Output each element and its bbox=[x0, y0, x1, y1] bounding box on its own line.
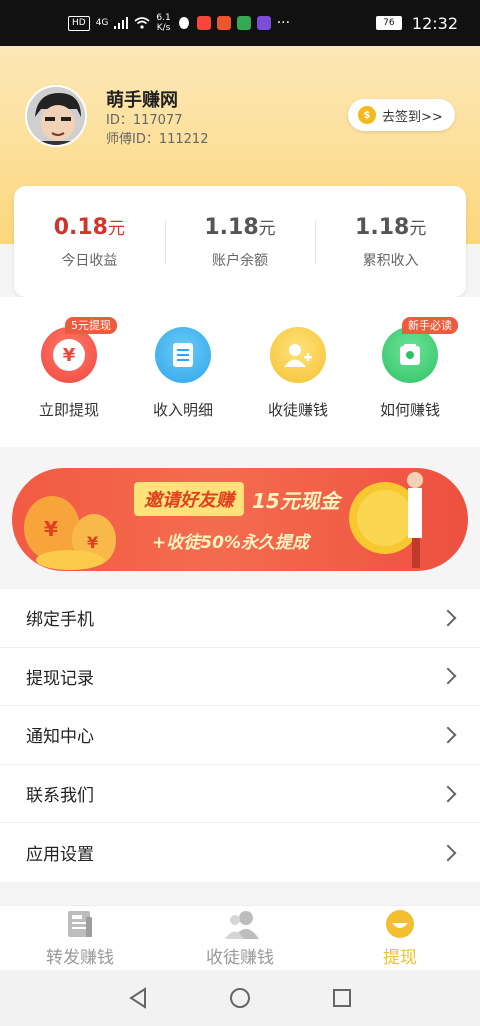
tab-label: 转发赚钱 bbox=[46, 948, 114, 968]
bottom-tab-bar: 转发赚钱 收徒赚钱 提现 bbox=[0, 905, 480, 970]
earning-amount: 0.18 bbox=[53, 214, 108, 240]
svg-text:¥: ¥ bbox=[44, 517, 58, 541]
hd-indicator: HD bbox=[68, 15, 90, 31]
banner-chip: 邀请好友赚 bbox=[134, 482, 244, 516]
earning-value: 1.18元 bbox=[165, 214, 316, 240]
recents-icon[interactable] bbox=[331, 987, 353, 1009]
speed-value: 6.1 bbox=[156, 13, 171, 23]
clock: 12:32 bbox=[411, 13, 458, 33]
signin-button[interactable]: $ 去签到>> bbox=[348, 99, 455, 131]
news-icon bbox=[64, 909, 96, 939]
avatar[interactable] bbox=[25, 85, 87, 147]
banner-amount: 15元现金 bbox=[252, 488, 340, 513]
earning-value: 1.18元 bbox=[315, 214, 466, 240]
earning-amount: 1.18 bbox=[355, 214, 410, 240]
earnings-card: 0.18元 今日收益 1.18元 账户余额 1.18元 累积收入 bbox=[14, 186, 466, 297]
earning-unit: 元 bbox=[107, 218, 125, 239]
action-label: 收入明细 bbox=[152, 401, 213, 419]
app-notification-icon bbox=[256, 16, 271, 30]
newbie-tag: 新手必读 bbox=[402, 317, 458, 334]
users-icon bbox=[224, 909, 259, 939]
earning-today[interactable]: 0.18元 今日收益 bbox=[14, 214, 165, 270]
earning-label: 账户余额 bbox=[212, 252, 268, 269]
add-user-icon bbox=[270, 327, 326, 383]
signin-label: 去签到>> bbox=[382, 109, 443, 125]
network-type: 4G bbox=[95, 18, 109, 28]
menu-item-notifications[interactable]: 通知中心 bbox=[0, 706, 480, 765]
tab-label: 提现 bbox=[383, 948, 417, 968]
earning-balance[interactable]: 1.18元 账户余额 bbox=[164, 214, 316, 270]
earning-total[interactable]: 1.18元 累积收入 bbox=[315, 214, 466, 270]
action-label: 收徒赚钱 bbox=[267, 401, 328, 419]
more-notifications-icon: ··· bbox=[276, 15, 291, 31]
earning-amount: 1.18 bbox=[204, 214, 259, 240]
banner-title: 邀请好友赚 15元现金 bbox=[134, 482, 340, 516]
menu-label: 绑定手机 bbox=[26, 610, 94, 631]
menu-label: 通知中心 bbox=[26, 727, 94, 748]
chevron-right-icon bbox=[439, 609, 457, 627]
status-left: HD 4G 6.1 K/s ··· bbox=[68, 13, 290, 33]
home-icon[interactable] bbox=[229, 987, 251, 1009]
chevron-right-icon bbox=[439, 726, 457, 744]
qq-icon bbox=[178, 17, 189, 29]
quick-actions: 5元提现 ¥ 立即提现 收入明细 收徒赚钱 新手必读 如何赚钱 bbox=[0, 297, 480, 447]
smile-icon bbox=[384, 909, 416, 939]
earning-unit: 元 bbox=[409, 218, 427, 239]
menu-item-contact-us[interactable]: 联系我们 bbox=[0, 765, 480, 824]
chevron-right-icon bbox=[439, 844, 457, 862]
action-label: 立即提现 bbox=[38, 401, 99, 419]
earning-value: 0.18元 bbox=[14, 214, 165, 240]
app-notification-icon bbox=[196, 16, 211, 30]
chevron-right-icon bbox=[439, 667, 457, 685]
document-icon bbox=[155, 327, 211, 383]
yen-glyph: ¥ bbox=[53, 339, 85, 371]
earning-label: 累积收入 bbox=[362, 252, 419, 269]
withdraw-now-button[interactable]: 5元提现 ¥ 立即提现 bbox=[19, 317, 119, 420]
action-label: 如何赚钱 bbox=[379, 401, 440, 419]
speed-unit: K/s bbox=[156, 23, 171, 33]
coin-icon: $ bbox=[358, 106, 376, 124]
menu-item-withdraw-records[interactable]: 提现记录 bbox=[0, 648, 480, 707]
settings-menu: 绑定手机 提现记录 通知中心 联系我们 应用设置 bbox=[0, 589, 480, 882]
how-to-earn-button[interactable]: 新手必读 如何赚钱 bbox=[360, 317, 460, 420]
recruit-earn-button[interactable]: 收徒赚钱 bbox=[248, 327, 348, 420]
tab-withdraw[interactable]: 提现 bbox=[320, 906, 480, 970]
tab-share-earn[interactable]: 转发赚钱 bbox=[0, 906, 160, 970]
app-notification-icon bbox=[216, 16, 231, 30]
user-id: ID：117077 bbox=[106, 113, 183, 128]
earning-unit: 元 bbox=[258, 218, 276, 239]
yen-icon: ¥ bbox=[41, 327, 97, 383]
tab-recruit-earn[interactable]: 收徒赚钱 bbox=[160, 906, 320, 970]
withdraw-tag: 5元提现 bbox=[65, 317, 117, 334]
invite-banner[interactable]: ¥ ¥ 邀请好友赚 15元现金 +收徒50%永久提成 bbox=[12, 468, 468, 571]
chevron-right-icon bbox=[439, 785, 457, 803]
back-icon[interactable] bbox=[127, 987, 149, 1009]
menu-item-app-settings[interactable]: 应用设置 bbox=[0, 823, 480, 882]
menu-label: 应用设置 bbox=[26, 845, 94, 866]
menu-item-bind-phone[interactable]: 绑定手机 bbox=[0, 589, 480, 648]
status-bar: HD 4G 6.1 K/s ··· 76 12:32 bbox=[0, 0, 480, 46]
avatar-image bbox=[27, 87, 85, 145]
earning-label: 今日收益 bbox=[61, 252, 118, 269]
banner-subtitle: +收徒50%永久提成 bbox=[152, 533, 309, 553]
master-id: 师傅ID：111212 bbox=[106, 132, 209, 147]
battery-indicator: 76 bbox=[375, 16, 402, 30]
tab-label: 收徒赚钱 bbox=[206, 948, 274, 968]
signal-icon bbox=[114, 17, 129, 29]
menu-label: 联系我们 bbox=[26, 786, 94, 807]
wifi-icon bbox=[134, 17, 150, 29]
svg-text:¥: ¥ bbox=[87, 533, 98, 552]
network-speed: 6.1 K/s bbox=[156, 13, 170, 33]
app-notification-icon bbox=[236, 16, 251, 30]
status-right: 76 12:32 bbox=[375, 13, 458, 33]
wallet-icon bbox=[382, 327, 438, 383]
system-nav-bar bbox=[0, 970, 480, 1026]
income-details-button[interactable]: 收入明细 bbox=[133, 327, 233, 420]
menu-label: 提现记录 bbox=[26, 668, 94, 689]
